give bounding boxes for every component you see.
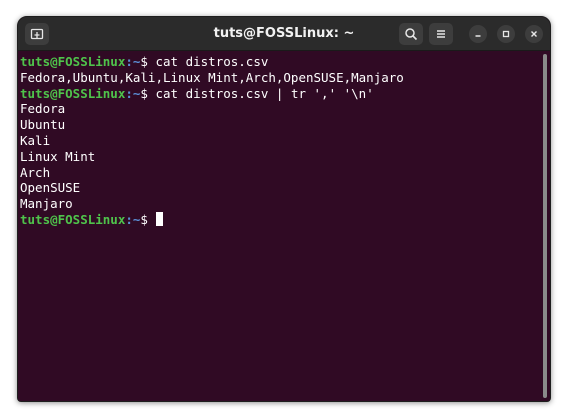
output-line: OpenSUSE [20,180,81,196]
command-text: cat distros.csv | tr ',' '\n' [155,85,374,101]
prompt-user: tuts@FOSSLinux [20,54,126,69]
terminal-output[interactable]: tuts@FOSSLinux:~$ cat distros.csv Fedora… [18,51,550,401]
text-cursor [156,211,164,226]
output-line: Linux Mint [20,148,96,164]
prompt-path: :~ [125,54,141,69]
command-text: cat distros.csv [155,54,269,69]
terminal-line: tuts@FOSSLinux:~$ cat distros.csv | tr '… [20,86,550,102]
output-line: Kali [20,132,51,148]
search-icon [405,28,418,41]
scrollbar[interactable] [543,54,547,398]
minimize-icon [475,35,481,37]
prompt-user: tuts@FOSSLinux [20,85,126,101]
prompt-path: :~ [125,85,141,101]
prompt-user: tuts@FOSSLinux [20,211,126,227]
terminal-window: tuts@FOSSLinux: ~ tuts@FOSSLinux:~$ cat … [17,16,551,402]
output-line: Fedora [20,101,66,117]
hamburger-menu-icon [437,30,445,38]
search-button[interactable] [399,23,423,45]
prompt-path: :~ [125,211,141,227]
output-line: Arch [20,164,51,180]
minimize-button[interactable] [469,25,487,43]
prompt-symbol: $ [140,54,156,69]
terminal-line: tuts@FOSSLinux:~$ cat distros.csv [20,54,550,70]
maximize-button[interactable] [497,25,515,43]
output-line: Ubuntu [20,117,66,133]
close-icon [531,31,537,37]
prompt-symbol: $ [140,85,156,101]
title-bar[interactable]: tuts@FOSSLinux: ~ [18,17,550,51]
prompt-symbol: $ [140,211,156,227]
terminal-line: tuts@FOSSLinux:~$ [20,211,550,228]
output-line: Manjaro [20,196,73,212]
menu-button[interactable] [429,23,453,45]
close-button[interactable] [525,25,543,43]
output-line: Fedora,Ubuntu,Kali,Linux Mint,Arch,OpenS… [20,69,404,85]
maximize-icon [502,30,510,38]
